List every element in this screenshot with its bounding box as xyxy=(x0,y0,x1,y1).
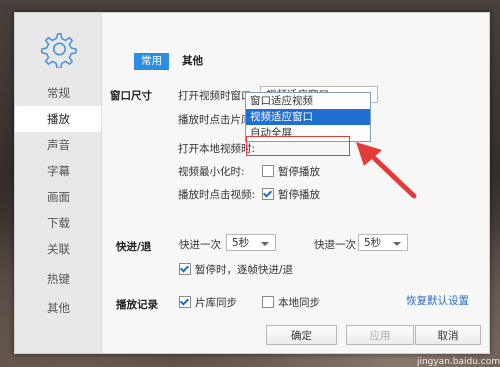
section-window-size: 窗口尺寸 xyxy=(110,90,152,102)
tab-other[interactable]: 其他 xyxy=(175,53,210,70)
sidebar-item-sound[interactable]: 声音 xyxy=(15,132,101,158)
forward-select[interactable]: 5秒 xyxy=(226,234,276,251)
click-library-label: 播放时点击片库: xyxy=(178,114,256,126)
local-sync-checkbox[interactable] xyxy=(262,296,274,308)
library-sync-checkbox[interactable] xyxy=(179,296,191,308)
sidebar-item-download[interactable]: 下载 xyxy=(15,210,101,236)
watermark: jingyan.baidu.com xyxy=(416,357,500,367)
click-video-pause-label: 暂停播放 xyxy=(278,189,320,201)
open-local-label: 打开本地视频时: xyxy=(178,143,256,155)
minimize-pause-checkbox[interactable] xyxy=(262,165,274,177)
minimize-pause-label: 暂停播放 xyxy=(278,166,320,178)
tab-common[interactable]: 常用 xyxy=(134,53,169,70)
backward-select[interactable]: 5秒 xyxy=(358,234,408,251)
sidebar-item-general[interactable]: 常规 xyxy=(15,80,101,106)
section-play-record: 播放记录 xyxy=(116,299,158,311)
dropdown-option-selected[interactable]: 视频适应窗口 xyxy=(246,109,370,125)
open-video-dropdown: 窗口适应视频 视频适应窗口 自动全屏 xyxy=(245,92,371,142)
dropdown-option[interactable]: 窗口适应视频 xyxy=(246,93,370,109)
chevron-down-icon xyxy=(261,242,269,246)
ok-button[interactable]: 确定 xyxy=(266,325,337,345)
sidebar-item-picture[interactable]: 画面 xyxy=(15,184,101,210)
sidebar-item-playback[interactable]: 播放 xyxy=(15,106,101,132)
red-arrow-annotation xyxy=(356,142,417,199)
backward-label: 快退一次 xyxy=(314,239,356,251)
forward-label: 快进一次 xyxy=(179,239,221,251)
click-video-label: 播放时点击视频: xyxy=(178,189,256,201)
open-video-label: 打开视频时窗口: xyxy=(178,90,256,102)
minimize-label: 视频最小化时: xyxy=(178,166,245,178)
backward-select-value: 5秒 xyxy=(364,237,382,249)
highlight-box xyxy=(246,136,350,156)
sidebar: 常规 播放 声音 字幕 画面 下载 关联 热键 其他 xyxy=(15,13,102,353)
section-seek: 快进/退 xyxy=(116,241,152,253)
pause-frame-checkbox[interactable] xyxy=(179,263,191,275)
sidebar-item-other[interactable]: 其他 xyxy=(15,295,101,321)
apply-button[interactable]: 应用 xyxy=(346,325,414,345)
sidebar-item-hotkeys[interactable]: 热键 xyxy=(15,266,101,292)
chevron-down-icon xyxy=(393,242,401,246)
gear-icon xyxy=(41,33,77,68)
pause-frame-label: 暂停时，逐帧快进/退 xyxy=(195,264,294,276)
restore-defaults-link[interactable]: 恢复默认设置 xyxy=(406,293,469,308)
local-sync-label: 本地同步 xyxy=(278,297,320,309)
click-video-pause-checkbox[interactable] xyxy=(262,188,274,200)
forward-select-value: 5秒 xyxy=(232,237,250,249)
settings-panel: 常用 其他 窗口尺寸 打开视频时窗口: 视频适应窗口 播放时点击片库: 打开本地… xyxy=(102,13,489,353)
sidebar-item-subtitles[interactable]: 字幕 xyxy=(15,158,101,184)
library-sync-label: 片库同步 xyxy=(195,297,237,309)
sidebar-item-association[interactable]: 关联 xyxy=(15,236,101,262)
cancel-button[interactable]: 取消 xyxy=(415,325,481,345)
